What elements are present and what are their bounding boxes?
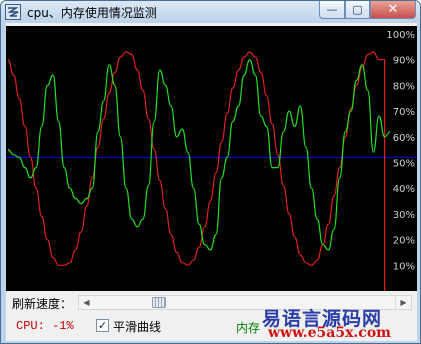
- y-tick-label: 80%: [393, 81, 415, 92]
- scroll-left-icon[interactable]: ◀: [79, 296, 94, 309]
- watermark-url: www.e5a5x.com: [268, 325, 391, 341]
- chart-background: [6, 26, 417, 291]
- window-title: cpu、内存使用情况监测: [27, 6, 157, 20]
- usage-chart: 100% 90% 80% 70% 60% 50% 40% 30% 20% 10%: [6, 26, 417, 291]
- y-tick-label: 60%: [393, 133, 415, 144]
- y-tick-label: 100%: [386, 30, 415, 41]
- smooth-curve-label: 平滑曲线: [113, 320, 162, 334]
- close-button[interactable]: ✕: [370, 1, 416, 19]
- refresh-speed-label: 刷新速度：: [12, 297, 73, 311]
- memory-usage-text: 内存: [236, 321, 261, 335]
- cpu-usage-text: CPU: -1%: [16, 319, 74, 333]
- title-bar[interactable]: cpu、内存使用情况监测 — ▢ ✕: [1, 1, 420, 23]
- y-tick-label: 20%: [393, 236, 415, 247]
- smooth-curve-checkbox[interactable]: ✓: [96, 319, 109, 332]
- app-icon: [5, 4, 21, 20]
- y-tick-label: 50%: [393, 159, 415, 170]
- y-tick-label: 70%: [393, 107, 415, 118]
- scroll-right-icon[interactable]: ▶: [395, 296, 411, 309]
- slider-thumb[interactable]: [152, 297, 166, 308]
- app-window: cpu、内存使用情况监测 — ▢ ✕ 100% 90% 80% 70% 60% 50% 40…: [0, 0, 421, 344]
- client-area: 100% 90% 80% 70% 60% 50% 40% 30% 20% 10% 刷新速度： ◀ …: [6, 23, 417, 341]
- minimize-button[interactable]: —: [319, 1, 345, 19]
- y-tick-label: 90%: [393, 56, 415, 67]
- y-tick-label: 10%: [393, 261, 415, 272]
- y-tick-label: 30%: [393, 210, 415, 221]
- maximize-button[interactable]: ▢: [345, 1, 370, 19]
- y-tick-label: 40%: [393, 184, 415, 195]
